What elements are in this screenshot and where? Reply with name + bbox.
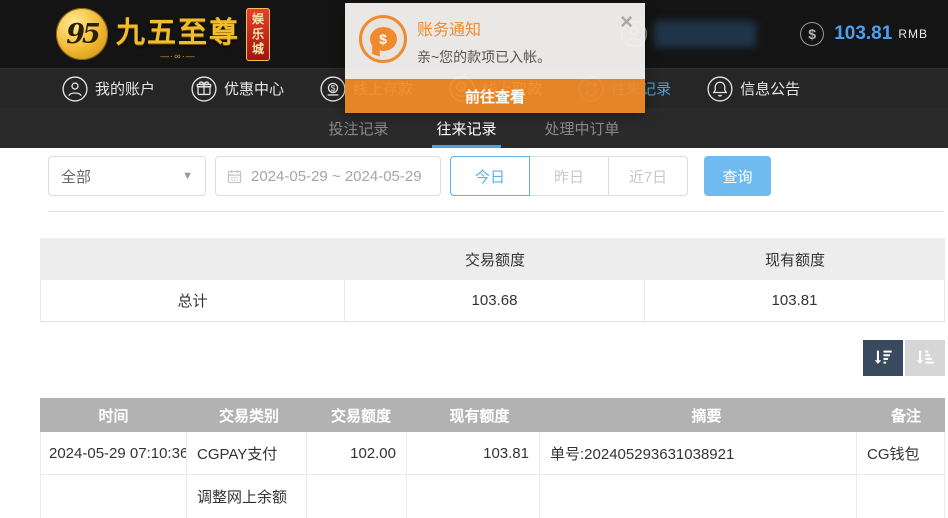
record-tabs: 投注记录 往来记录 处理中订单 <box>0 108 948 148</box>
cell-balance: 103.81 <box>407 432 540 474</box>
quick-range-group: 今日 昨日 近7日 <box>450 156 688 196</box>
col-remark: 备注 <box>867 398 945 432</box>
summary-header-row: 交易额度 现有额度 <box>40 238 945 280</box>
summary-total-label: 总计 <box>40 280 345 321</box>
tab-bet-records[interactable]: 投注记录 <box>326 108 390 148</box>
calendar-icon <box>226 168 243 185</box>
col-amount: 交易额度 <box>311 398 411 432</box>
logo-flourish-ornament: —·∞·— <box>160 52 195 60</box>
svg-text:$: $ <box>331 83 336 92</box>
col-type: 交易类别 <box>189 398 309 432</box>
cell-time: 2024-05-29 07:10:36 <box>40 432 187 474</box>
col-balance: 现有额度 <box>413 398 546 432</box>
section-divider <box>48 211 944 212</box>
transactions-table: 时间 交易类别 交易额度 现有额度 摘要 备注 2024-05-29 07:10… <box>40 398 945 518</box>
balance-amount: 103.81 <box>834 23 892 45</box>
sort-asc-icon <box>914 347 936 369</box>
close-icon[interactable]: × <box>620 11 633 33</box>
nav-item-my-account[interactable]: 我的账户 <box>62 76 155 102</box>
category-select[interactable]: 全部 ▼ <box>48 156 206 196</box>
date-range-input[interactable]: 2024-05-29 ~ 2024-05-29 <box>215 156 441 196</box>
cell-type: CGPAY支付 <box>187 432 307 474</box>
table-row: 2024-05-29 07:10:36 CGPAY支付 102.00 103.8… <box>40 432 945 475</box>
cell-amount <box>307 475 407 518</box>
summary-balance-total: 103.81 <box>645 280 945 321</box>
notification-title: 账务通知 <box>417 16 631 40</box>
username-redacted <box>654 21 756 47</box>
col-time: 时间 <box>40 398 187 432</box>
tab-pending-orders[interactable]: 处理中订单 <box>543 108 622 148</box>
notification-popup: $ 账务通知 亲~您的款项已入帐。 × 前往查看 <box>345 3 645 113</box>
nav-item-announcements[interactable]: 信息公告 <box>707 76 800 102</box>
table-header-row: 时间 交易类别 交易额度 现有额度 摘要 备注 <box>40 398 945 432</box>
nav-item-promotions[interactable]: 优惠中心 <box>191 76 284 102</box>
summary-total-row: 总计 103.68 103.81 <box>40 280 945 322</box>
summary-header-balance: 现有额度 <box>645 238 945 280</box>
range-today-button[interactable]: 今日 <box>450 156 530 196</box>
sort-descending-button[interactable] <box>863 340 903 376</box>
sort-controls <box>863 340 945 376</box>
sort-ascending-button[interactable] <box>905 340 945 376</box>
chevron-down-icon: ▼ <box>182 170 193 182</box>
cell-remark <box>857 475 945 518</box>
sort-desc-icon <box>872 347 894 369</box>
dollar-coin-icon: $ <box>800 22 824 46</box>
filter-bar: 全部 ▼ 2024-05-29 ~ 2024-05-29 今日 昨日 近7日 查… <box>48 156 771 196</box>
user-icon <box>62 76 88 102</box>
cell-summary <box>540 475 857 518</box>
cell-amount: 102.00 <box>307 432 407 474</box>
query-button[interactable]: 查询 <box>704 156 771 196</box>
cell-type: 调整网上余额 <box>187 475 307 518</box>
go-view-button[interactable]: 前往查看 <box>345 79 645 113</box>
deposit-coin-icon: $ <box>320 76 346 102</box>
notification-message: 亲~您的款项已入帐。 <box>417 47 631 67</box>
cell-time <box>40 475 187 518</box>
balance-currency: RMB <box>898 27 928 41</box>
col-summary: 摘要 <box>548 398 865 432</box>
summary-header-trade: 交易额度 <box>345 238 645 280</box>
bell-icon <box>707 76 733 102</box>
money-bubble-icon: $ <box>359 15 407 63</box>
range-7days-button[interactable]: 近7日 <box>608 156 688 196</box>
wallet-balance[interactable]: $ 103.81 RMB <box>800 22 928 46</box>
notification-body: $ 账务通知 亲~您的款项已入帐。 × <box>345 3 645 79</box>
tab-transaction-records[interactable]: 往来记录 <box>434 108 498 148</box>
logo-monogram-circle: 95 <box>56 8 108 60</box>
table-row-partial: 调整网上余额 <box>40 475 945 518</box>
cell-balance <box>407 475 540 518</box>
cell-remark: CG钱包 <box>857 432 945 474</box>
logo-monogram: 95 <box>66 19 98 50</box>
brand-name: 九五至尊 <box>116 9 240 51</box>
summary-trade-total: 103.68 <box>345 280 645 321</box>
brand-badge: 娱乐城 <box>246 8 270 61</box>
site-logo[interactable]: 95 九五至尊 —·∞·— 娱乐城 <box>56 8 270 61</box>
summary-header-empty <box>40 238 345 280</box>
header-user-area: $ 103.81 RMB <box>620 0 928 68</box>
cell-summary: 单号:202405293631038921 <box>540 432 857 474</box>
range-yesterday-button[interactable]: 昨日 <box>529 156 609 196</box>
summary-table: 交易额度 现有额度 总计 103.68 103.81 <box>40 238 945 322</box>
gift-icon <box>191 76 217 102</box>
